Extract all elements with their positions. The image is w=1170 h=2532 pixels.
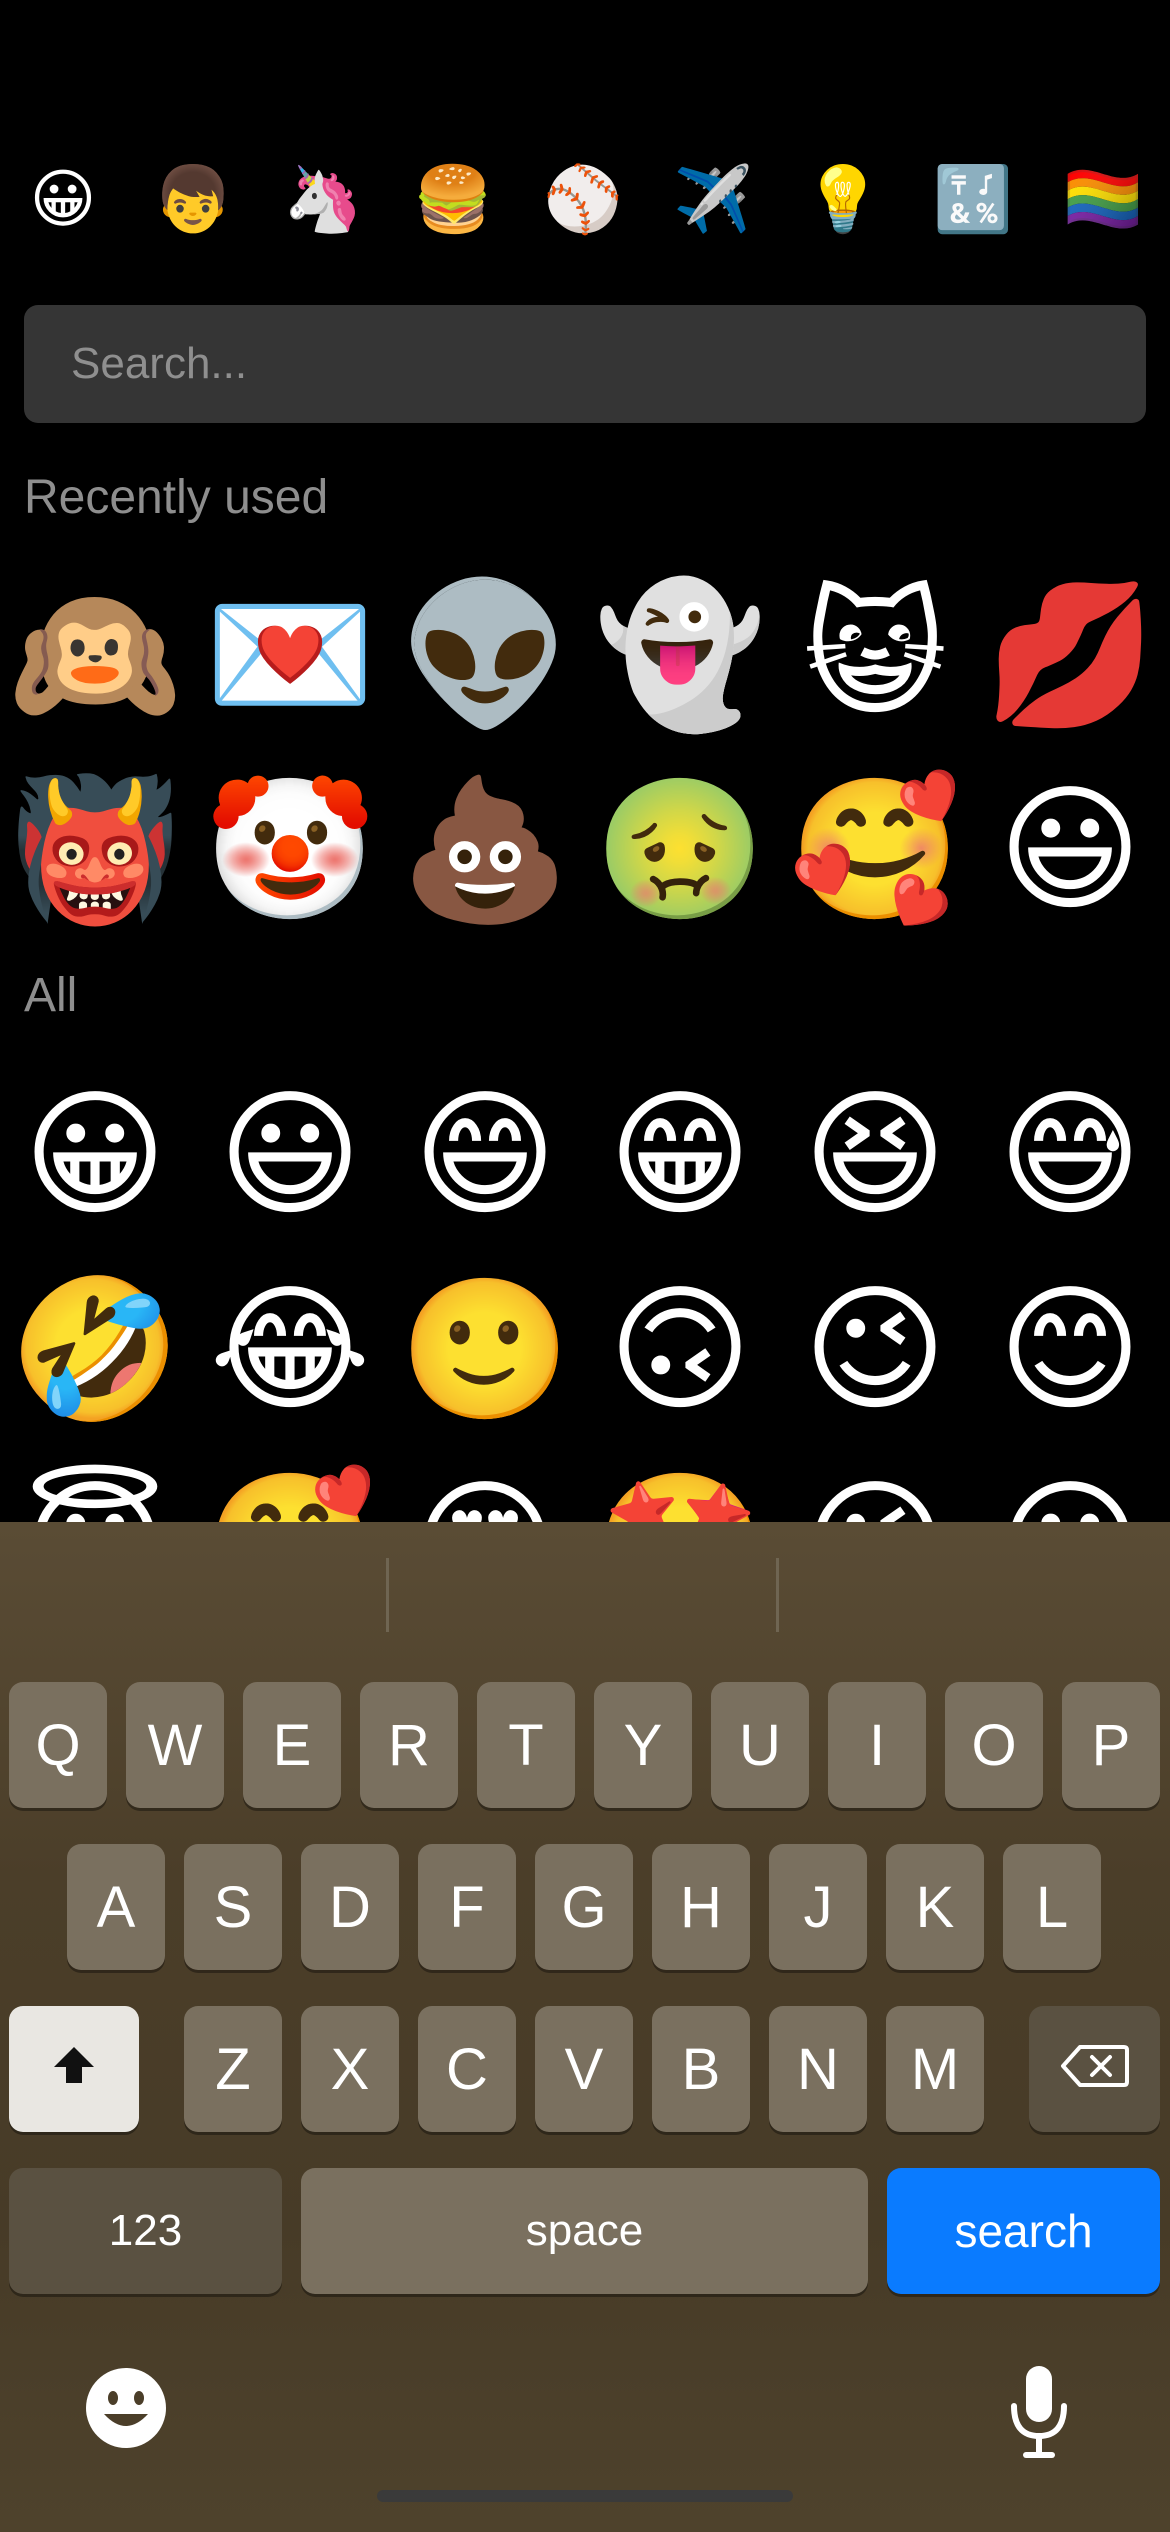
emoji-cell[interactable]: 😺: [795, 575, 955, 735]
key-z[interactable]: Z: [184, 2006, 282, 2132]
emoji-cell[interactable]: 😃: [990, 770, 1150, 930]
animals-category-icon[interactable]: 🦄: [283, 160, 363, 240]
emoji-cell[interactable]: 👻: [594, 575, 766, 735]
emoji-cell[interactable]: 😊: [990, 1270, 1150, 1430]
keyboard: Q W E R T Y U I O P A S D F G H J K L Z …: [0, 1522, 1170, 2532]
emoji-cell[interactable]: 😃: [210, 1075, 370, 1235]
smileys-category-icon[interactable]: 😀: [23, 160, 103, 240]
key-m[interactable]: M: [886, 2006, 984, 2132]
symbols-category-icon[interactable]: 🔣: [933, 160, 1013, 240]
microphone-icon: [1011, 2366, 1067, 2458]
key-x[interactable]: X: [301, 2006, 399, 2132]
emoji-cell[interactable]: 👽: [399, 575, 571, 735]
key-p[interactable]: P: [1062, 1682, 1160, 1808]
emoji-cell[interactable]: 🤩: [594, 1465, 766, 1523]
home-indicator[interactable]: [377, 2490, 793, 2502]
emoji-cell[interactable]: 😀: [15, 1075, 175, 1235]
objects-category-icon[interactable]: 💡: [803, 160, 883, 240]
key-k[interactable]: K: [886, 1844, 984, 1970]
key-q[interactable]: Q: [9, 1682, 107, 1808]
key-h[interactable]: H: [652, 1844, 750, 1970]
key-y[interactable]: Y: [594, 1682, 692, 1808]
search-key[interactable]: search: [887, 2168, 1160, 2294]
space-key[interactable]: space: [301, 2168, 868, 2294]
emoji-search-field[interactable]: [24, 305, 1146, 423]
emoji-cell[interactable]: 😄: [405, 1075, 565, 1235]
emoji-cell[interactable]: 💌: [204, 575, 376, 735]
emoji-cell[interactable]: 😆: [795, 1075, 955, 1235]
delete-key[interactable]: [1029, 2006, 1160, 2132]
emoji-category-bar: 😀 👦 🦄 🍔 ⚾ ✈️ 💡 🔣 🏳️‍🌈: [0, 160, 1170, 240]
emoji-cell[interactable]: 😁: [600, 1075, 760, 1235]
recently-used-title: Recently used: [24, 471, 329, 524]
emoji-cell[interactable]: 😘: [795, 1465, 955, 1523]
key-t[interactable]: T: [477, 1682, 575, 1808]
emoji-cell[interactable]: 🤡: [204, 770, 376, 930]
key-b[interactable]: B: [652, 2006, 750, 2132]
key-a[interactable]: A: [67, 1844, 165, 1970]
shift-arrow-icon: [51, 2036, 97, 2103]
emoji-cell[interactable]: 😍: [405, 1465, 565, 1523]
backspace-icon: [1060, 2036, 1130, 2103]
shift-key[interactable]: [9, 2006, 139, 2132]
emoji-cell[interactable]: 🙂: [399, 1270, 571, 1430]
emoji-cell[interactable]: 💋: [984, 575, 1156, 735]
suggestion-divider: [776, 1558, 779, 1632]
key-d[interactable]: D: [301, 1844, 399, 1970]
key-g[interactable]: G: [535, 1844, 633, 1970]
emoji-cell[interactable]: 😂: [209, 1270, 370, 1430]
emoji-cell[interactable]: 💩: [399, 770, 571, 930]
emoji-cell[interactable]: 🥰: [789, 770, 961, 930]
emoji-cell[interactable]: 😉: [795, 1270, 955, 1430]
emoji-cell[interactable]: 😇: [15, 1465, 175, 1523]
key-i[interactable]: I: [828, 1682, 926, 1808]
emoji-cell[interactable]: 🥰: [204, 1465, 376, 1523]
dictation-button[interactable]: [1004, 2362, 1074, 2462]
flags-category-icon[interactable]: 🏳️‍🌈: [1063, 160, 1143, 240]
key-s[interactable]: S: [184, 1844, 282, 1970]
key-w[interactable]: W: [126, 1682, 224, 1808]
activity-category-icon[interactable]: ⚾: [543, 160, 623, 240]
key-c[interactable]: C: [418, 2006, 516, 2132]
key-f[interactable]: F: [418, 1844, 516, 1970]
emoji-cell[interactable]: 🤣: [9, 1270, 181, 1430]
key-n[interactable]: N: [769, 2006, 867, 2132]
key-r[interactable]: R: [360, 1682, 458, 1808]
key-v[interactable]: V: [535, 2006, 633, 2132]
all-section-title: All: [24, 969, 78, 1022]
key-o[interactable]: O: [945, 1682, 1043, 1808]
food-category-icon[interactable]: 🍔: [413, 160, 493, 240]
key-j[interactable]: J: [769, 1844, 867, 1970]
all-emoji-grid: 😀 😃 😄 😁 😆 😅 🤣 😂 🙂 🙃 😉 😊 😇 🥰 😍 🤩 😘 😗: [0, 1075, 1170, 1522]
key-l[interactable]: L: [1003, 1844, 1101, 1970]
numbers-key[interactable]: 123: [9, 2168, 282, 2294]
emoji-cell[interactable]: 🙃: [600, 1270, 760, 1430]
key-u[interactable]: U: [711, 1682, 809, 1808]
emoji-cell[interactable]: 🙉: [9, 575, 181, 735]
travel-category-icon[interactable]: ✈️: [673, 160, 753, 240]
key-e[interactable]: E: [243, 1682, 341, 1808]
suggestion-divider: [386, 1558, 389, 1632]
emoji-cell[interactable]: 😅: [990, 1075, 1150, 1235]
emoji-keyboard-button[interactable]: [80, 2362, 172, 2454]
emoji-cell[interactable]: 🤢: [594, 770, 766, 930]
smiley-face-icon: [86, 2368, 166, 2448]
emoji-search-input[interactable]: [69, 338, 1146, 390]
emoji-cell[interactable]: 😗: [990, 1465, 1150, 1523]
emoji-cell[interactable]: 👹: [9, 770, 181, 930]
people-category-icon[interactable]: 👦: [153, 160, 233, 240]
